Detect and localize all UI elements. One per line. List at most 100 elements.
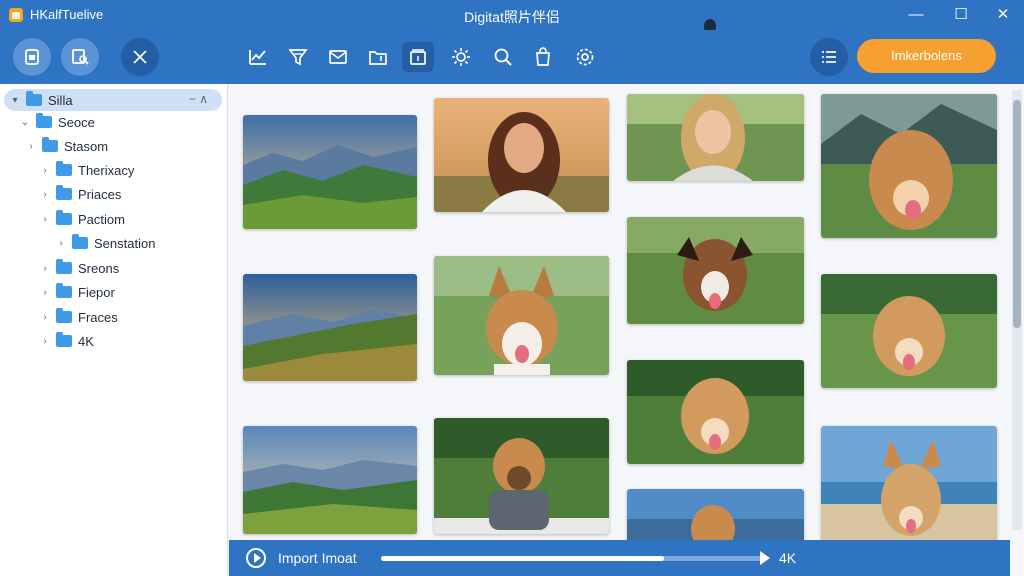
- filter-button[interactable]: [282, 42, 314, 72]
- folder-icon: [42, 137, 58, 152]
- folder-icon: [72, 234, 88, 249]
- photo-grid: [229, 84, 1024, 576]
- dog-image: [627, 360, 804, 464]
- chevron-right-icon[interactable]: ›: [38, 312, 52, 323]
- tree-item-label: Silla: [48, 92, 73, 108]
- photo-thumbnail[interactable]: [243, 274, 417, 381]
- tree-item-stasom[interactable]: › Stasom: [24, 135, 108, 157]
- chevron-right-icon[interactable]: ›: [38, 214, 52, 225]
- close-icon: [133, 50, 147, 64]
- mail-button[interactable]: [322, 42, 354, 72]
- folder-icon: [56, 210, 72, 225]
- bag-icon: [536, 47, 550, 66]
- stats-button[interactable]: [242, 42, 274, 72]
- photo-search-icon: [72, 49, 89, 65]
- tree-item-label: Sreons: [78, 260, 120, 276]
- device-icon: [25, 49, 39, 65]
- primary-action-button[interactable]: Imkerbolens: [857, 39, 996, 73]
- photo-thumbnail[interactable]: [434, 418, 609, 534]
- tree-item-seoce[interactable]: ⌄ Seoce: [18, 111, 95, 133]
- chevron-right-icon[interactable]: ›: [38, 287, 52, 298]
- folder-share-button[interactable]: [362, 42, 394, 72]
- photo-thumbnail[interactable]: [243, 115, 417, 229]
- brightness-button[interactable]: [445, 42, 477, 72]
- play-arrow-icon[interactable]: [760, 551, 770, 565]
- tree-item-label: Senstation: [94, 235, 156, 251]
- chevron-down-icon[interactable]: ⌄: [18, 117, 32, 128]
- play-icon[interactable]: [246, 548, 266, 568]
- dog-image: [821, 94, 997, 238]
- import-label: Import Imoat: [278, 550, 357, 566]
- tree-item-label: Pactiom: [78, 211, 125, 227]
- bag-button[interactable]: [527, 42, 559, 72]
- folder-icon: [56, 185, 72, 200]
- folder-icon: [56, 161, 72, 176]
- resolution-label: 4K: [779, 550, 797, 566]
- portrait-image: [434, 98, 609, 212]
- photo-thumbnail[interactable]: [821, 426, 997, 549]
- tree-item-silla[interactable]: ▾ Silla − ∧: [4, 89, 222, 111]
- dog-image: [434, 256, 609, 375]
- close-panel-button[interactable]: [121, 38, 159, 76]
- photo-thumbnail[interactable]: [627, 217, 804, 324]
- tree-item-4k[interactable]: › 4K: [38, 330, 94, 352]
- folder-icon: [56, 332, 72, 347]
- chevron-down-icon[interactable]: ▾: [8, 95, 22, 106]
- list-icon: [822, 51, 836, 63]
- mail-icon: [329, 50, 347, 64]
- photo-thumbnail[interactable]: [821, 274, 997, 388]
- search-button[interactable]: [487, 42, 519, 72]
- brightness-icon: [452, 48, 470, 66]
- list-view-button[interactable]: [810, 38, 848, 76]
- photo-thumbnail[interactable]: [627, 94, 804, 181]
- album-button[interactable]: [402, 42, 434, 72]
- tree-item-senstation[interactable]: › Senstation: [54, 232, 155, 254]
- tree-item-label: Therixacy: [78, 162, 135, 178]
- window-title: Digitat照片伴侣: [464, 9, 560, 25]
- photo-thumbnail[interactable]: [434, 98, 609, 212]
- search-icon: [494, 48, 512, 66]
- tree-item-label: Fiepor: [78, 284, 115, 300]
- chevron-right-icon[interactable]: ›: [24, 141, 38, 152]
- close-window-button[interactable]: ✕: [990, 3, 1016, 27]
- tree-item-label: Fraces: [78, 309, 118, 325]
- filter-icon: [288, 49, 308, 66]
- landscape-image: [243, 115, 417, 229]
- tree-item-therixacy[interactable]: › Therixacy: [38, 159, 134, 181]
- maximize-button[interactable]: ☐: [948, 3, 974, 27]
- photo-search-button[interactable]: [61, 38, 99, 76]
- settings-icon: [576, 48, 594, 66]
- chevron-right-icon[interactable]: ›: [38, 165, 52, 176]
- dog-image: [627, 217, 804, 324]
- tree-item-label: 4K: [78, 333, 94, 349]
- stats-icon: [249, 50, 266, 65]
- tree-item-fiepor[interactable]: › Fiepor: [38, 281, 115, 303]
- folder-icon: [56, 259, 72, 274]
- dog-image: [821, 426, 997, 549]
- chevron-right-icon[interactable]: ›: [38, 189, 52, 200]
- photo-thumbnail[interactable]: [243, 426, 417, 534]
- toolbar: Imkerbolens: [0, 30, 1024, 84]
- settings-button[interactable]: [569, 42, 601, 72]
- landscape-image: [243, 274, 417, 381]
- photo-thumbnail[interactable]: [821, 94, 997, 238]
- device-button[interactable]: [13, 38, 51, 76]
- import-progress-bar[interactable]: [381, 556, 763, 561]
- minimize-button[interactable]: —: [903, 3, 929, 27]
- folder-icon: [56, 308, 72, 323]
- tree-item-priaces[interactable]: › Priaces: [38, 183, 121, 205]
- title-bar: HKalfTuelive Digitat照片伴侣 — ☐ ✕: [0, 0, 1024, 30]
- tree-item-fraces[interactable]: › Fraces: [38, 306, 118, 328]
- tree-item-pactiom[interactable]: › Pactiom: [38, 208, 125, 230]
- tree-item-actions[interactable]: − ∧: [189, 92, 208, 106]
- photo-thumbnail[interactable]: [434, 256, 609, 375]
- scrollbar-thumb[interactable]: [1013, 100, 1021, 328]
- folder-icon: [26, 91, 42, 106]
- chevron-right-icon[interactable]: ›: [38, 263, 52, 274]
- tree-item-sreons[interactable]: › Sreons: [38, 257, 119, 279]
- chevron-right-icon[interactable]: ›: [38, 336, 52, 347]
- folder-tree: ▾ Silla − ∧ ⌄ Seoce › Stasom › Therixacy…: [0, 84, 228, 576]
- chevron-right-icon[interactable]: ›: [54, 238, 68, 249]
- photo-thumbnail[interactable]: [627, 360, 804, 464]
- dog-image: [821, 274, 997, 388]
